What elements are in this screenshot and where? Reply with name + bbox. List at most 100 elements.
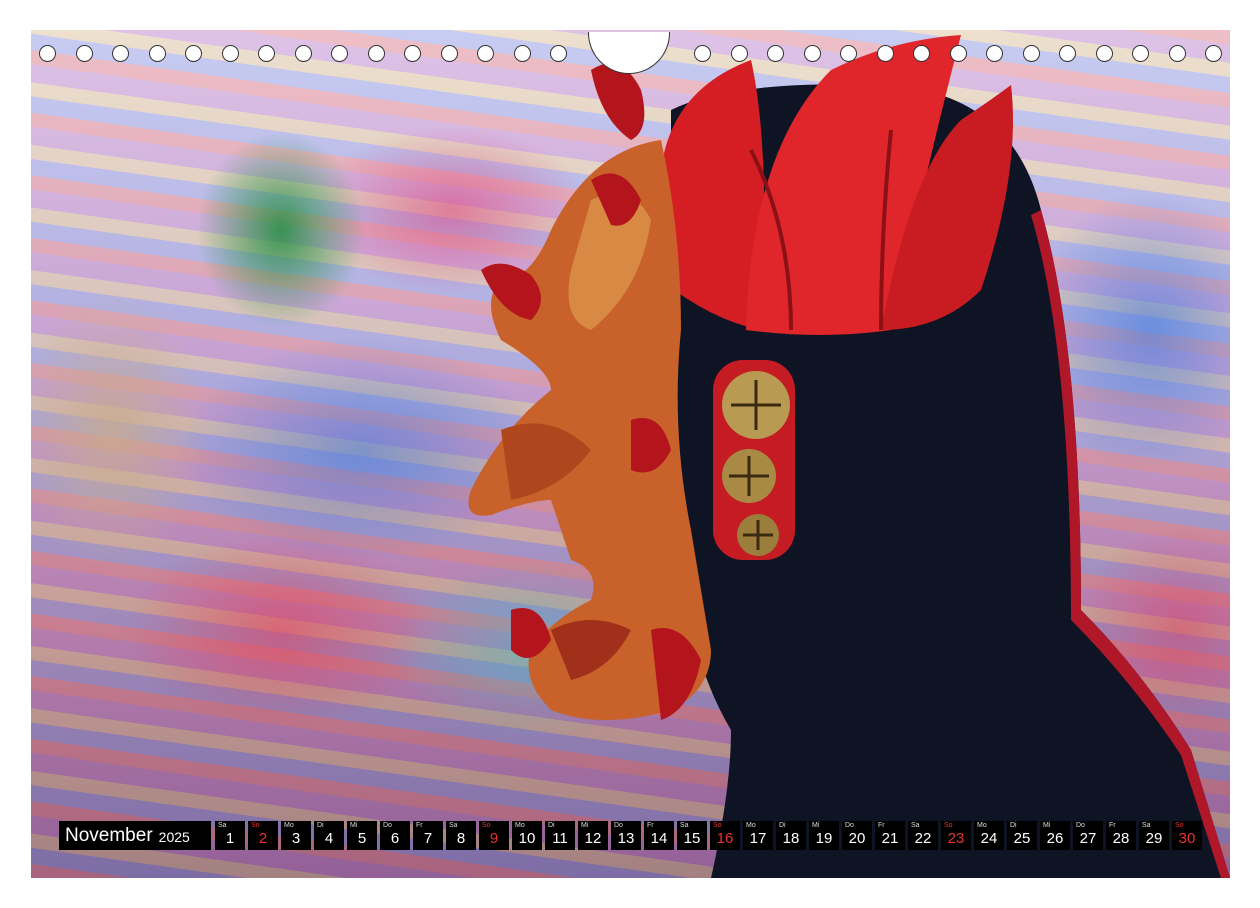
weekday-label: Mi — [812, 822, 820, 829]
weekday-label: Fr — [416, 822, 423, 829]
day-list: Sa 1 So 2 Mo 3 Di 4 Mi 5 Do 6 Fr 7 Sa 8 So 9 Mo 10 Di 11 Mi 12 D… — [215, 821, 1202, 850]
day-number: 30 — [1178, 830, 1196, 847]
binding-hole — [440, 45, 458, 62]
day-number: 3 — [291, 830, 301, 847]
day-number: 12 — [584, 830, 602, 847]
day-cell: Sa 22 — [908, 821, 938, 850]
weekday-label: Mi — [581, 822, 589, 829]
day-number: 2 — [258, 830, 268, 847]
day-number: 15 — [683, 830, 701, 847]
day-number: 21 — [881, 830, 899, 847]
binding-hole — [148, 45, 166, 62]
day-number: 23 — [947, 830, 965, 847]
day-number: 9 — [489, 830, 499, 847]
calendar-strip: November 2025 Sa 1 So 2 Mo 3 Di 4 Mi 5 Do 6 Fr 7 Sa 8 So… — [59, 821, 1202, 850]
day-number: 19 — [815, 830, 833, 847]
day-number: 4 — [324, 830, 334, 847]
binding-hole — [986, 45, 1003, 62]
weekday-label: Di — [548, 822, 555, 829]
weekday-label: Fr — [878, 822, 885, 829]
weekday-label: Sa — [1142, 822, 1151, 829]
weekday-label: So — [482, 822, 491, 829]
day-number: 26 — [1046, 830, 1064, 847]
weekday-label: Di — [317, 822, 324, 829]
day-cell: Sa 29 — [1139, 821, 1169, 850]
weekday-label: Do — [383, 822, 392, 829]
binding-hole — [949, 45, 967, 62]
day-cell: Do 20 — [842, 821, 872, 850]
month-name: November — [65, 824, 153, 846]
calendar-page: November 2025 Sa 1 So 2 Mo 3 Di 4 Mi 5 Do 6 Fr 7 Sa 8 So… — [0, 0, 1260, 908]
weekday-label: Sa — [680, 822, 689, 829]
day-number: 1 — [225, 830, 235, 847]
day-cell: Fr 28 — [1106, 821, 1136, 850]
day-cell: Di 25 — [1007, 821, 1037, 850]
binding-hole — [1132, 45, 1149, 62]
day-cell: Do 6 — [380, 821, 410, 850]
day-cell: Sa 8 — [446, 821, 476, 850]
day-cell: Mo 3 — [281, 821, 311, 850]
day-cell: Sa 15 — [677, 821, 707, 850]
weekday-label: Sa — [911, 822, 920, 829]
day-number: 17 — [749, 830, 767, 847]
weekday-label: Mo — [746, 822, 756, 829]
carnival-mask-photo — [31, 30, 1230, 878]
day-number: 8 — [456, 830, 466, 847]
binding-hole — [294, 45, 312, 62]
day-cell: Mi 12 — [578, 821, 608, 850]
day-number: 6 — [390, 830, 400, 847]
weekday-label: Di — [1010, 822, 1017, 829]
weekday-label: Do — [1076, 822, 1085, 829]
binding-hole — [1022, 45, 1040, 62]
day-number: 14 — [650, 830, 668, 847]
binding-hole — [404, 45, 421, 62]
binding-hole — [112, 45, 129, 62]
weekday-label: Sa — [449, 822, 458, 829]
day-number: 13 — [617, 830, 635, 847]
day-number: 22 — [914, 830, 932, 847]
weekday-label: So — [251, 822, 260, 829]
day-number: 18 — [782, 830, 800, 847]
binding-hole — [694, 45, 711, 62]
binding-hole — [913, 45, 930, 62]
day-number: 27 — [1079, 830, 1097, 847]
day-cell: Mi 26 — [1040, 821, 1070, 850]
day-number: 7 — [423, 830, 433, 847]
day-number: 28 — [1112, 830, 1130, 847]
day-number: 20 — [848, 830, 866, 847]
day-cell: Fr 14 — [644, 821, 674, 850]
day-number: 11 — [552, 830, 568, 847]
day-number: 24 — [980, 830, 998, 847]
day-cell: So 2 — [248, 821, 278, 850]
weekday-label: Fr — [647, 822, 654, 829]
binding-hole — [477, 45, 494, 62]
day-cell: Do 13 — [611, 821, 641, 850]
binding-hole — [1205, 45, 1222, 62]
binding-hole — [803, 45, 821, 62]
weekday-label: Mo — [515, 822, 525, 829]
weekday-label: Mo — [977, 822, 987, 829]
day-cell: Mi 5 — [347, 821, 377, 850]
binding-hole — [367, 45, 385, 62]
binding-hole — [185, 45, 202, 62]
binding-hole — [258, 45, 275, 62]
binding-hole — [221, 45, 239, 62]
binding-hole — [331, 45, 348, 62]
binding-hole — [730, 45, 748, 62]
weekday-label: Fr — [1109, 822, 1116, 829]
binding-hole — [1059, 45, 1076, 62]
day-cell: Fr 21 — [875, 821, 905, 850]
weekday-label: Mo — [284, 822, 294, 829]
day-cell: Mo 24 — [974, 821, 1004, 850]
day-cell: So 9 — [479, 821, 509, 850]
weekday-label: Mi — [1043, 822, 1051, 829]
binding-hole — [767, 45, 784, 62]
day-number: 10 — [518, 830, 536, 847]
binding-hole — [550, 45, 567, 62]
binding-hole — [876, 45, 894, 62]
day-number: 29 — [1145, 830, 1163, 847]
day-cell: Fr 7 — [413, 821, 443, 850]
binding-hole — [75, 45, 93, 62]
day-cell: Sa 1 — [215, 821, 245, 850]
day-number: 16 — [716, 830, 734, 847]
